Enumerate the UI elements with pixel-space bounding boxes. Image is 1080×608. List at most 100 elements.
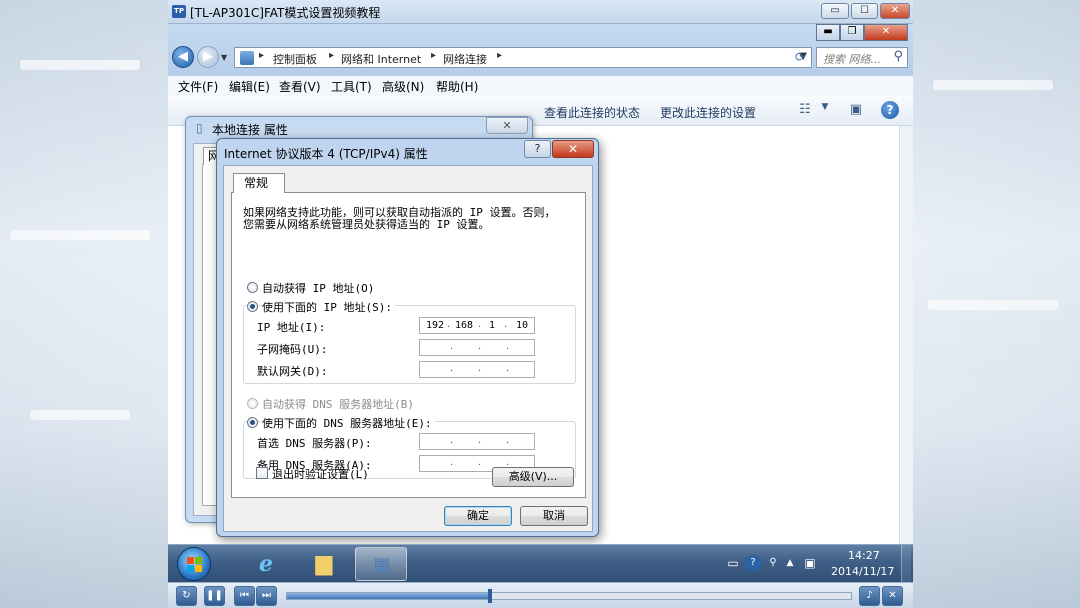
view-options-icon[interactable]: ☷ xyxy=(796,102,814,118)
progress-fill xyxy=(287,593,491,599)
chevron-right-icon: ▸ xyxy=(259,50,265,61)
taskbar-internet-explorer[interactable]: e xyxy=(240,547,292,581)
ip-dot: . xyxy=(478,319,482,330)
show-hidden-icons-icon[interactable]: ▲ xyxy=(782,555,798,571)
player-minimize-button[interactable]: ▭ xyxy=(821,3,849,19)
description-line: 您需要从网络系统管理员处获得适当的 IP 设置。 xyxy=(243,218,490,231)
ok-button[interactable]: 确定 xyxy=(444,506,512,526)
ip-dot: . xyxy=(478,341,482,352)
preview-pane-icon[interactable]: ▣ xyxy=(847,102,865,118)
history-dropdown-icon[interactable]: ▼ xyxy=(221,53,227,62)
breadcrumb-network-internet[interactable]: 网络和 Internet xyxy=(341,51,421,67)
player-close-button[interactable]: ✕ xyxy=(880,3,910,19)
pause-icon[interactable]: ❚❚ xyxy=(204,586,225,606)
validate-on-exit-label: 退出时验证设置(L) xyxy=(272,468,369,481)
view-dropdown-icon[interactable]: ▼ xyxy=(816,102,834,118)
description-text: 如果网络支持此功能，则可以获取自动指派的 IP 设置。否则， 您需要从网络系统管… xyxy=(243,207,573,231)
manual-dns-label: 使用下面的 DNS 服务器地址(E): xyxy=(262,415,435,431)
explorer-scrollbar[interactable] xyxy=(899,126,913,544)
menu-view[interactable]: 查看(V) xyxy=(279,78,321,95)
ip-octet-1: 192 xyxy=(426,320,445,331)
explorer-close-button[interactable]: ✕ xyxy=(864,24,908,41)
validate-on-exit-checkbox[interactable] xyxy=(256,467,268,479)
blur-strip xyxy=(20,60,140,70)
menu-help[interactable]: 帮助(H) xyxy=(436,78,478,95)
ip-dot: . xyxy=(450,363,454,374)
explorer-minimize-button[interactable]: ▬ xyxy=(816,24,840,41)
keyboard-icon[interactable]: ▭ xyxy=(725,555,741,571)
network-tray-icon[interactable]: ▣ xyxy=(802,555,818,571)
player-maximize-button[interactable]: ☐ xyxy=(851,3,878,19)
auto-dns-label: 自动获得 DNS 服务器地址(B) xyxy=(262,398,414,411)
clock-date[interactable]: 2014/11/17 xyxy=(831,565,894,578)
change-connection-settings-command[interactable]: 更改此连接的设置 xyxy=(660,104,756,121)
player-exit-icon[interactable]: ✕ xyxy=(882,586,903,606)
clock-time[interactable]: 14:27 xyxy=(848,549,880,562)
taskbar-network-connections[interactable]: ▦ xyxy=(355,547,407,581)
preferred-dns-field[interactable]: . . . xyxy=(419,433,535,450)
menu-advanced[interactable]: 高级(N) xyxy=(382,78,424,95)
ip-dot: . xyxy=(506,435,510,446)
tab-general[interactable]: 常规 xyxy=(233,173,285,193)
volume-icon[interactable]: ♪ xyxy=(859,586,880,606)
ip-octet-4: 10 xyxy=(516,320,529,331)
menu-file[interactable]: 文件(F) xyxy=(178,78,218,95)
ip-dot: . xyxy=(450,457,454,468)
skip-back-icon[interactable]: ⏮ xyxy=(234,586,255,606)
ip-dot: . xyxy=(450,435,454,446)
help-button[interactable]: ? xyxy=(524,140,551,158)
general-tab-panel: 如果网络支持此功能，则可以获取自动指派的 IP 设置。否则， 您需要从网络系统管… xyxy=(231,192,586,498)
menu-edit[interactable]: 编辑(E) xyxy=(229,78,270,95)
replay-icon[interactable]: ↻ xyxy=(176,586,197,606)
menu-tools[interactable]: 工具(T) xyxy=(331,78,372,95)
search-box[interactable]: 搜索 网络... ⚲ xyxy=(816,47,908,68)
start-button[interactable] xyxy=(177,547,211,581)
playback-progress-bar[interactable] xyxy=(286,589,852,603)
ip-dot: . xyxy=(450,341,454,352)
ip-octet-3: 1 xyxy=(489,320,496,331)
ip-dot: . xyxy=(447,319,451,330)
back-button[interactable]: ◀ xyxy=(172,46,194,68)
default-gateway-field[interactable]: . . . xyxy=(419,361,535,378)
ip-address-field[interactable]: 192 . 168 . 1 . 10 xyxy=(419,317,535,334)
breadcrumb-control-panel[interactable]: 控制面板 xyxy=(273,51,317,67)
search-icon[interactable]: ⚲ xyxy=(893,49,903,64)
show-desktop-button[interactable] xyxy=(901,545,911,583)
close-button[interactable]: ✕ xyxy=(486,117,528,134)
help-tray-icon[interactable]: ? xyxy=(745,555,761,571)
player-titlebar: TP [TL-AP301C]FAT模式设置视频教程 ▭ ☐ ✕ xyxy=(168,0,913,24)
progress-thumb[interactable] xyxy=(488,589,493,603)
breadcrumb-network-connections[interactable]: 网络连接 xyxy=(443,51,487,67)
chevron-right-icon: ▸ xyxy=(329,50,335,61)
auto-dns-radio[interactable] xyxy=(247,398,258,409)
skip-forward-icon[interactable]: ⏭ xyxy=(256,586,277,606)
manual-ip-radio[interactable] xyxy=(247,301,258,312)
refresh-icon[interactable]: ⟳ xyxy=(790,48,810,68)
subnet-mask-field[interactable]: . . . xyxy=(419,339,535,356)
view-connection-status-command[interactable]: 查看此连接的状态 xyxy=(544,104,640,121)
menu-bar: 文件(F) 编辑(E) 查看(V) 工具(T) 高级(N) 帮助(H) xyxy=(168,76,913,96)
ip-address-label: IP 地址(I): xyxy=(257,321,326,334)
chevron-right-icon: ▸ xyxy=(431,50,437,61)
tray-options-icon[interactable]: ⚲ xyxy=(765,555,781,571)
forward-button[interactable]: ▶ xyxy=(197,46,219,68)
ip-dot: . xyxy=(506,363,510,374)
taskbar-file-explorer[interactable]: ▆ xyxy=(298,547,350,581)
cancel-button[interactable]: 取消 xyxy=(520,506,588,526)
advanced-button[interactable]: 高级(V)... xyxy=(492,467,574,487)
ip-dot: . xyxy=(506,341,510,352)
search-placeholder: 搜索 网络... xyxy=(823,53,881,66)
auto-ip-radio[interactable] xyxy=(247,282,258,293)
address-bar[interactable]: ▸ 控制面板 ▸ 网络和 Internet ▸ 网络连接 ▸ ▼ xyxy=(234,47,812,68)
ip-octet-2: 168 xyxy=(455,320,474,331)
explorer-restore-button[interactable]: ❐ xyxy=(840,24,864,41)
manual-dns-radio[interactable] xyxy=(247,417,258,428)
ip-dot: . xyxy=(478,457,482,468)
blurred-background-right xyxy=(913,0,1080,608)
player-controls: ↻ ❚❚ ⏮ ⏭ ♪ ✕ xyxy=(168,582,913,608)
close-button[interactable]: ✕ xyxy=(552,140,594,158)
blurred-background-left xyxy=(0,0,168,608)
dialog-title: Internet 协议版本 4 (TCP/IPv4) 属性 xyxy=(224,147,428,161)
player-title: [TL-AP301C]FAT模式设置视频教程 xyxy=(190,6,381,20)
help-icon[interactable]: ? xyxy=(881,101,899,119)
